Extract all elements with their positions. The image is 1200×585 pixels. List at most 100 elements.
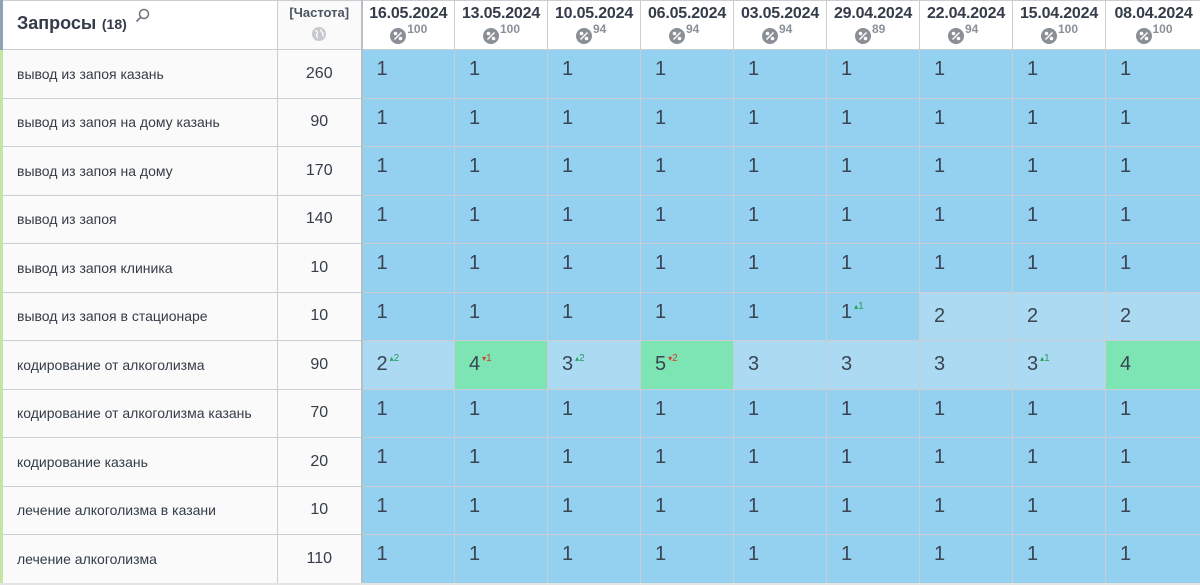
position-cell[interactable]: 1 [640,49,734,99]
position-cell[interactable]: 1 [826,146,920,196]
query-cell[interactable]: вывод из запоя казань [0,49,278,99]
position-cell[interactable]: 1 [454,194,548,244]
position-cell[interactable]: 1 [826,388,920,438]
position-cell[interactable]: 1 [1012,97,1106,147]
position-cell[interactable]: 1 [454,49,548,99]
position-cell[interactable]: 1 [919,437,1013,487]
position-cell[interactable]: 1 [826,485,920,535]
date-header[interactable]: 29.04.2024 89 [826,0,920,50]
position-cell[interactable]: 1 [547,146,641,196]
position-cell[interactable]: 1 [1105,437,1200,487]
position-cell[interactable]: 1 ▴1 [826,291,920,341]
position-cell[interactable]: 1 [1012,243,1106,293]
query-cell[interactable]: вывод из запоя в стационаре [0,291,278,341]
position-cell[interactable]: 1 [733,243,827,293]
position-cell[interactable]: 1 [454,534,548,584]
position-cell[interactable]: 1 [733,97,827,147]
query-cell[interactable]: вывод из запоя на дому казань [0,97,278,147]
position-cell[interactable]: 1 [1105,485,1200,535]
position-cell[interactable]: 1 [454,146,548,196]
position-cell[interactable]: 1 [361,437,455,487]
position-cell[interactable]: 1 [919,388,1013,438]
query-cell[interactable]: лечение алкоголизма в казани [0,485,278,535]
position-cell[interactable]: 1 [826,534,920,584]
position-cell[interactable]: 1 [1105,194,1200,244]
position-cell[interactable]: 1 [733,146,827,196]
position-cell[interactable]: 1 [826,243,920,293]
position-cell[interactable]: 1 [826,194,920,244]
date-header[interactable]: 15.04.2024 100 [1012,0,1106,50]
position-cell[interactable]: 1 [547,388,641,438]
position-cell[interactable]: 1 [919,194,1013,244]
position-cell[interactable]: 5 ▾2 [640,340,734,390]
position-cell[interactable]: 1 [454,485,548,535]
position-cell[interactable]: 1 [919,97,1013,147]
query-cell[interactable]: кодирование от алкоголизма казань [0,388,278,438]
table-row[interactable]: вывод из запоя 140 1 1 1 1 1 1 1 1 1 [0,194,1200,244]
date-header[interactable]: 06.05.2024 94 [640,0,734,50]
position-cell[interactable]: 1 [547,194,641,244]
query-cell[interactable]: кодирование от алкоголизма [0,340,278,390]
position-cell[interactable]: 1 [361,194,455,244]
position-cell[interactable]: 1 [1012,194,1106,244]
queries-header[interactable]: Запросы (18) [0,0,278,50]
position-cell[interactable]: 1 [547,243,641,293]
query-cell[interactable]: вывод из запоя клиника [0,243,278,293]
search-icon[interactable] [135,8,150,23]
position-cell[interactable]: 1 [454,243,548,293]
position-cell[interactable]: 1 [361,485,455,535]
position-cell[interactable]: 1 [1012,388,1106,438]
table-row[interactable]: вывод из запоя клиника 10 1 1 1 1 1 1 1 1 1 [0,243,1200,293]
table-row[interactable]: кодирование казань 20 1 1 1 1 1 1 1 1 1 [0,437,1200,487]
position-cell[interactable]: 1 [454,388,548,438]
position-cell[interactable]: 1 [640,388,734,438]
position-cell[interactable]: 1 [1105,146,1200,196]
position-cell[interactable]: 3 [826,340,920,390]
position-cell[interactable]: 1 [361,49,455,99]
position-cell[interactable]: 1 [1105,97,1200,147]
table-row[interactable]: вывод из запоя на дому 170 1 1 1 1 1 1 1 1 1 [0,146,1200,196]
position-cell[interactable]: 1 [640,243,734,293]
date-header[interactable]: 10.05.2024 94 [547,0,641,50]
table-row[interactable]: вывод из запоя на дому казань 90 1 1 1 1 1 1 1 1 1 [0,97,1200,147]
table-row[interactable]: вывод из запоя казань 260 1 1 1 1 1 1 1 1 1 [0,49,1200,99]
date-header[interactable]: 08.04.2024 100 [1105,0,1200,50]
position-cell[interactable]: 1 [826,97,920,147]
position-cell[interactable]: 4 ▾1 [454,340,548,390]
position-cell[interactable]: 4 [1105,340,1200,390]
position-cell[interactable]: 1 [361,388,455,438]
position-cell[interactable]: 1 [733,194,827,244]
position-cell[interactable]: 1 [919,146,1013,196]
position-cell[interactable]: 1 [640,291,734,341]
position-cell[interactable]: 1 [1012,437,1106,487]
position-cell[interactable]: 1 [1105,49,1200,99]
position-cell[interactable]: 1 [361,534,455,584]
position-cell[interactable]: 1 [640,146,734,196]
position-cell[interactable]: 1 [1012,485,1106,535]
position-cell[interactable]: 1 [640,437,734,487]
query-cell[interactable]: вывод из запоя [0,194,278,244]
position-cell[interactable]: 1 [547,534,641,584]
position-cell[interactable]: 1 [361,243,455,293]
position-cell[interactable]: 1 [919,534,1013,584]
frequency-header[interactable]: [Частота] [277,0,363,50]
position-cell[interactable]: 1 [640,534,734,584]
position-cell[interactable]: 1 [733,291,827,341]
position-cell[interactable]: 1 [361,97,455,147]
position-cell[interactable]: 1 [733,437,827,487]
position-cell[interactable]: 1 [640,485,734,535]
date-header[interactable]: 16.05.2024 100 [361,0,455,50]
position-cell[interactable]: 1 [733,485,827,535]
date-header[interactable]: 13.05.2024 100 [454,0,548,50]
position-cell[interactable]: 1 [454,437,548,487]
position-cell[interactable]: 1 [826,437,920,487]
query-cell[interactable]: вывод из запоя на дому [0,146,278,196]
position-cell[interactable]: 2 [919,291,1013,341]
position-cell[interactable]: 1 [733,49,827,99]
position-cell[interactable]: 1 [919,49,1013,99]
table-row[interactable]: вывод из запоя в стационаре 10 1 1 1 1 1 1 ▴1 2 2 2 [0,291,1200,341]
position-cell[interactable]: 2 ▴2 [361,340,455,390]
query-cell[interactable]: кодирование казань [0,437,278,487]
position-cell[interactable]: 1 [1012,534,1106,584]
date-header[interactable]: 03.05.2024 94 [733,0,827,50]
